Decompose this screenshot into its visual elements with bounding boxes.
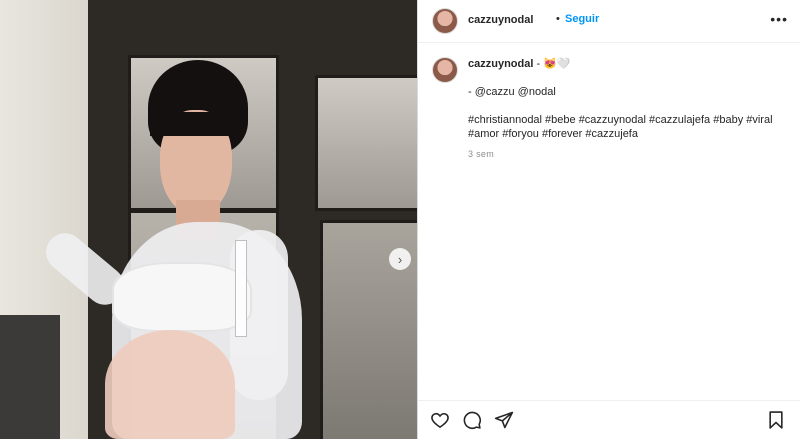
person-belly [105,330,235,439]
door-panel [315,75,417,211]
bookmark-icon [766,410,788,430]
post-time[interactable]: 3 sem [468,147,778,161]
chevron-right-icon: › [397,251,403,267]
comment-button[interactable] [462,410,484,432]
comment-icon [462,410,484,430]
share-button[interactable] [494,410,516,432]
caption-username[interactable]: cazzuynodal [468,58,533,70]
follow-button[interactable]: Seguir [565,13,599,25]
post-container: › cazzuynodal • Seguir ••• cazzuynodal -… [0,0,800,439]
like-button[interactable] [430,410,452,432]
post-photo[interactable]: › [0,0,417,439]
avatar[interactable] [432,8,458,34]
harness-strap [235,240,247,337]
avatar[interactable] [432,57,458,83]
post-header: cazzuynodal • Seguir ••• [418,0,800,43]
separator-dot: • [556,13,560,25]
save-button[interactable] [766,410,788,432]
person-bangs [150,112,238,136]
caption-hashtags[interactable]: #christiannodal #bebe #cazzuynodal #cazz… [468,113,778,141]
caption-mentions[interactable]: - @cazzu @nodal [468,85,778,99]
header-username[interactable]: cazzuynodal [468,14,533,26]
heart-icon [430,410,452,430]
post-sidebar: cazzuynodal • Seguir ••• cazzuynodal - 😻… [417,0,800,439]
more-icon[interactable]: ••• [770,11,788,27]
caption-first-line: - 😻🤍 [533,58,571,70]
person-bra [112,262,252,332]
action-bar [418,400,800,439]
baseboard [0,315,60,439]
share-icon [494,410,516,430]
caption-text: cazzuynodal - 😻🤍 - @cazzu @nodal #christ… [468,57,778,161]
next-media-button[interactable]: › [389,248,411,270]
